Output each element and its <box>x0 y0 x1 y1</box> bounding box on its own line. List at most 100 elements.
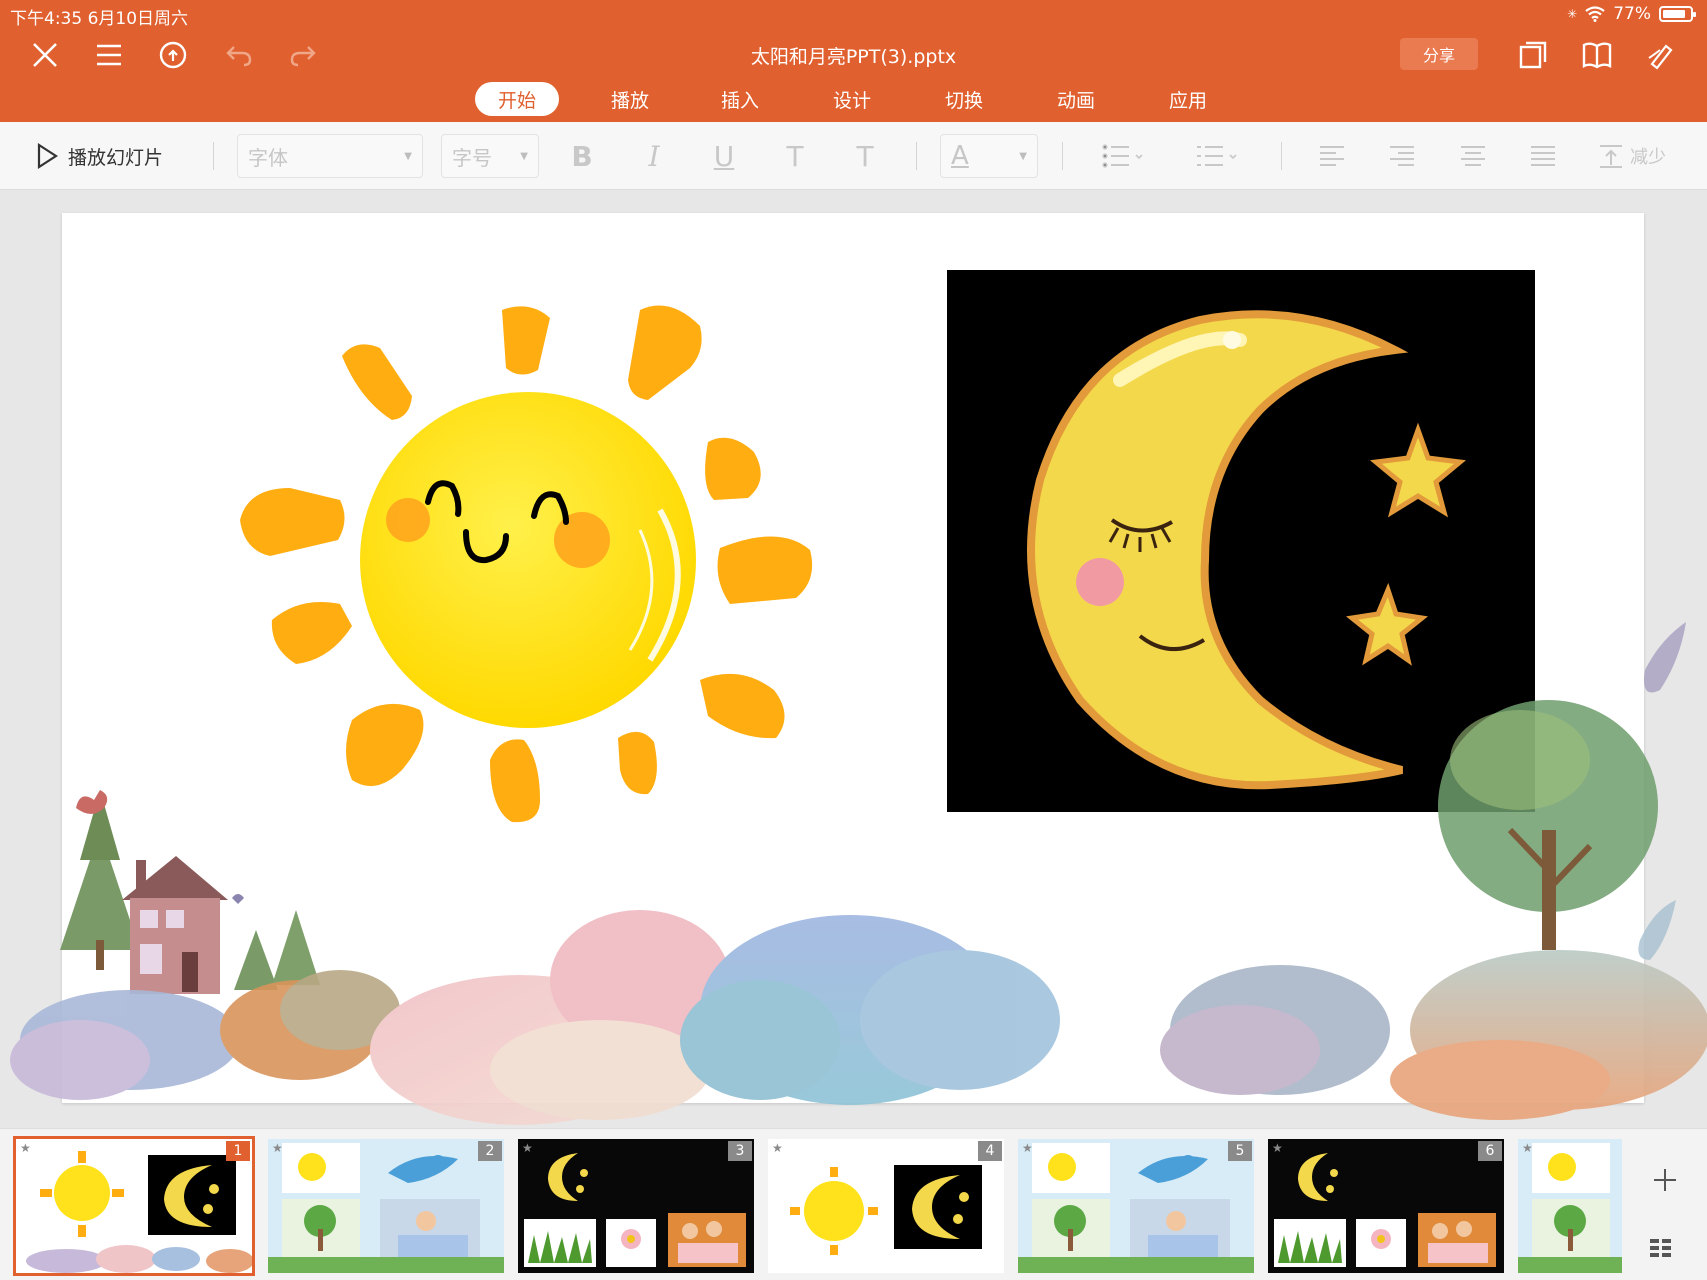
loading-icon: ✳ <box>1567 7 1578 21</box>
divider <box>1281 142 1282 170</box>
star-icon: ★ <box>272 1141 283 1155</box>
play-icon <box>37 143 58 169</box>
align-center-button[interactable] <box>1457 134 1489 178</box>
format-toolbar: 播放幻灯片 字体 ▼ 字号 ▼ B I U T T A ▼ 减少 <box>0 122 1707 190</box>
divider <box>916 142 917 170</box>
star-icon: ★ <box>772 1141 783 1155</box>
chevron-down-icon: ▼ <box>520 150 528 162</box>
multiwindow-button[interactable] <box>1516 38 1550 72</box>
reading-mode-button[interactable] <box>1580 38 1614 72</box>
app-header: 下午4:35 6月10日周六 ✳ 77% 太阳和月亮PPT(3).pptx 分享 <box>0 0 1707 122</box>
tab-design[interactable]: 设计 <box>812 82 892 116</box>
play-slideshow-button[interactable]: 播放幻灯片 <box>36 134 163 178</box>
slide-thumbnail[interactable]: ★ 1 <box>13 1136 255 1276</box>
undo-icon <box>226 46 252 67</box>
tab-play[interactable]: 播放 <box>590 82 670 116</box>
redo-icon <box>290 46 316 67</box>
font-size-placeholder: 字号 <box>452 145 492 170</box>
align-left-button[interactable] <box>1316 134 1348 178</box>
star-icon: ★ <box>522 1141 533 1155</box>
slide-preview <box>268 1139 504 1273</box>
bold-button[interactable]: B <box>562 134 602 178</box>
divider <box>213 142 214 170</box>
battery-icon <box>1659 6 1696 22</box>
subscript-button[interactable]: T <box>845 134 885 178</box>
slide-preview <box>1268 1139 1504 1273</box>
ribbon-tabs: 开始 播放 插入 设计 切换 动画 应用 <box>0 82 1707 116</box>
justify-button[interactable] <box>1527 134 1559 178</box>
tab-insert[interactable]: 插入 <box>700 82 780 116</box>
menu-button[interactable] <box>92 38 126 72</box>
slide-preview <box>16 1139 252 1273</box>
numbered-list-icon <box>1197 146 1237 166</box>
slide-canvas[interactable] <box>62 213 1644 1103</box>
font-size-select[interactable]: 字号 ▼ <box>441 134 539 178</box>
share-button[interactable]: 分享 <box>1400 38 1478 70</box>
decrease-indent-button[interactable]: 减少 <box>1598 134 1698 178</box>
status-indicators: ✳ 77% <box>1567 4 1696 24</box>
bullet-list-icon <box>1102 144 1143 168</box>
slide-preview <box>1518 1139 1622 1273</box>
slide-thumbnail[interactable]: ★ 3 <box>518 1139 754 1273</box>
slide-overview-button[interactable] <box>1650 1238 1680 1268</box>
leaf-decoration <box>1638 900 1676 960</box>
numbered-list-button[interactable] <box>1192 134 1242 178</box>
battery-percent: 77% <box>1613 4 1651 24</box>
tab-transition[interactable]: 切换 <box>924 82 1004 116</box>
pen-button[interactable] <box>1644 38 1678 72</box>
italic-button[interactable]: I <box>634 134 674 178</box>
justify-icon <box>1531 146 1555 166</box>
slide-thumbnail-strip: ★ 1 ★ 2 ★ 3 ★ 4 ★ 5 ★ 6 ★ <box>0 1128 1707 1280</box>
slide-number: 1 <box>226 1141 250 1161</box>
star-icon: ★ <box>1522 1141 1533 1155</box>
undo-button[interactable] <box>222 38 256 72</box>
underline-button[interactable]: U <box>704 134 744 178</box>
status-time-date: 下午4:35 6月10日周六 <box>10 9 189 29</box>
superscript-button[interactable]: T <box>775 134 815 178</box>
font-family-select[interactable]: 字体 ▼ <box>237 134 423 178</box>
bullet-list-button[interactable] <box>1098 134 1148 178</box>
slide-number: 2 <box>478 1141 502 1161</box>
grid-list-icon <box>1650 1239 1671 1257</box>
font-color-label: A <box>951 141 969 171</box>
align-right-icon <box>1390 146 1414 166</box>
wifi-icon <box>1585 6 1605 22</box>
tab-animation[interactable]: 动画 <box>1036 82 1116 116</box>
hamburger-icon <box>97 44 121 66</box>
align-center-icon <box>1461 146 1485 166</box>
add-slide-button[interactable] <box>1640 1160 1690 1200</box>
leaf-decoration <box>1644 622 1686 693</box>
close-button[interactable] <box>28 38 62 72</box>
slide-preview <box>518 1139 754 1273</box>
slide-number: 4 <box>978 1141 1002 1161</box>
slide-thumbnail[interactable]: ★ 6 <box>1268 1139 1504 1273</box>
font-color-select[interactable]: A ▼ <box>940 134 1038 178</box>
tab-home[interactable]: 开始 <box>475 82 559 116</box>
cloud-sync-icon <box>159 41 187 69</box>
decrease-label: 减少 <box>1630 147 1666 168</box>
slide-number: 3 <box>728 1141 752 1161</box>
slide-preview <box>1018 1139 1254 1273</box>
book-icon <box>1582 42 1612 69</box>
divider <box>1062 142 1063 170</box>
star-icon: ★ <box>1272 1141 1283 1155</box>
slide-preview <box>768 1139 1004 1273</box>
slide-thumbnail[interactable]: ★ 2 <box>268 1139 504 1273</box>
redo-button[interactable] <box>286 38 320 72</box>
chevron-down-icon: ▼ <box>1019 150 1027 162</box>
close-icon <box>33 43 57 67</box>
chevron-down-icon: ▼ <box>404 150 412 162</box>
windows-icon <box>1519 41 1547 69</box>
slide-thumbnail[interactable]: ★ 5 <box>1018 1139 1254 1273</box>
star-icon: ★ <box>20 1141 31 1155</box>
align-left-icon <box>1320 146 1344 166</box>
play-slideshow-label: 播放幻灯片 <box>68 146 164 169</box>
tab-apps[interactable]: 应用 <box>1148 82 1228 116</box>
pen-icon <box>1648 44 1673 70</box>
slide-number: 6 <box>1478 1141 1502 1161</box>
slide-thumbnail[interactable]: ★ 4 <box>768 1139 1004 1273</box>
star-icon: ★ <box>1022 1141 1033 1155</box>
align-right-button[interactable] <box>1386 134 1418 178</box>
autosave-button[interactable] <box>156 38 190 72</box>
slide-thumbnail[interactable]: ★ <box>1518 1139 1622 1273</box>
